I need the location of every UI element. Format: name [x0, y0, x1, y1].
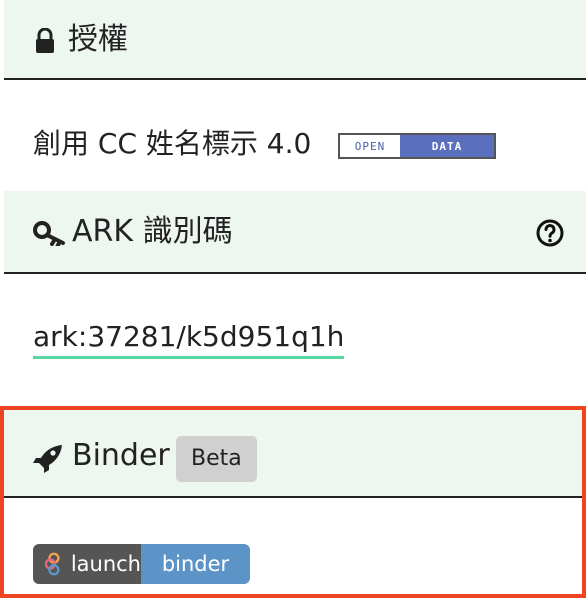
- binder-section-header: Binder: [4, 410, 582, 498]
- launch-badge-right: binder: [141, 544, 250, 584]
- launch-binder-button[interactable]: launch binder: [33, 544, 250, 584]
- license-section-header: 授權: [4, 0, 586, 80]
- key-icon: [33, 221, 65, 246]
- ark-title: ARK 識別碼: [72, 214, 233, 249]
- question-circle-icon[interactable]: [536, 219, 564, 247]
- binder-logo-icon: [45, 552, 60, 576]
- ark-section-header: ARK 識別碼: [4, 191, 586, 274]
- rocket-icon: [33, 445, 62, 473]
- open-data-badge-right: DATA: [400, 135, 494, 157]
- launch-label: launch: [70, 552, 141, 576]
- license-title: 授權: [68, 22, 128, 57]
- open-data-badge[interactable]: OPEN DATA: [338, 133, 496, 159]
- binder-title: Binder: [72, 438, 170, 473]
- beta-badge: Beta: [176, 436, 257, 482]
- ark-identifier-link[interactable]: ark:37281/k5d951q1h: [33, 320, 345, 359]
- license-name: 創用 CC 姓名標示 4.0: [33, 127, 312, 160]
- binder-label: binder: [161, 552, 230, 576]
- launch-badge-left: launch: [33, 544, 141, 584]
- lock-icon: [36, 28, 54, 53]
- open-data-badge-left: OPEN: [340, 135, 400, 157]
